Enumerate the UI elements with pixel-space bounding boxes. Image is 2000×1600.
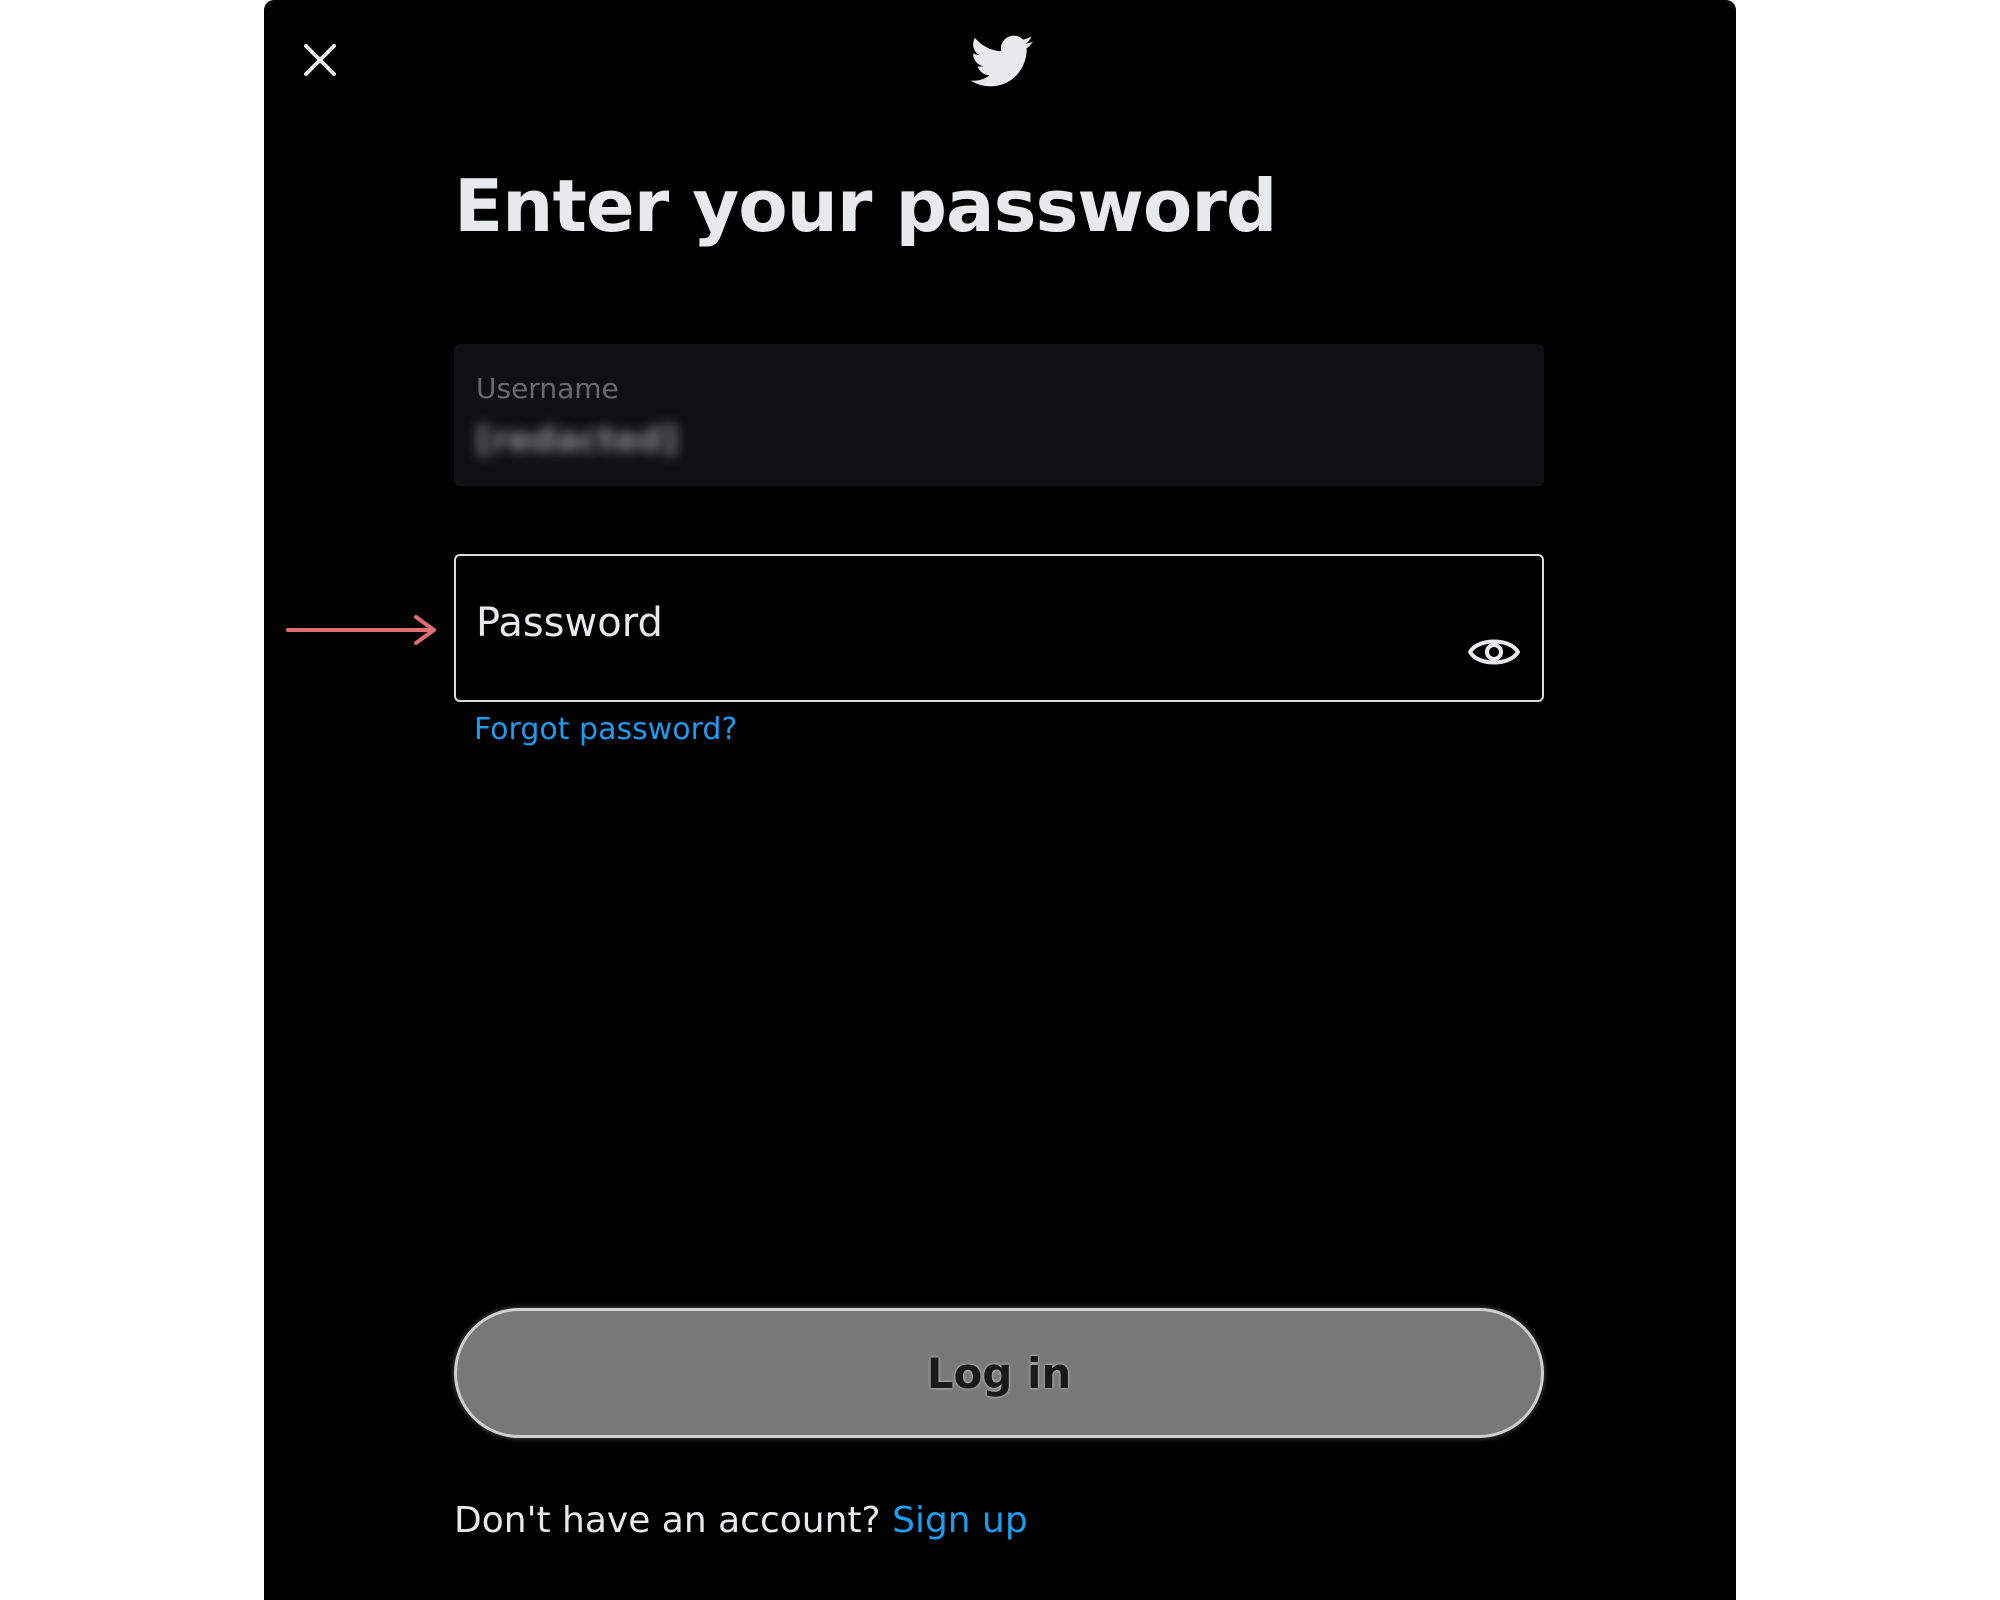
- signup-prompt-text: Don't have an account?: [454, 1500, 893, 1541]
- close-icon: [304, 44, 336, 76]
- page-title: Enter your password: [454, 164, 1277, 248]
- forgot-password-link[interactable]: Forgot password?: [474, 712, 737, 747]
- eye-icon[interactable]: [1466, 628, 1522, 676]
- signup-prompt: Don't have an account? Sign up: [454, 1500, 1028, 1541]
- login-button[interactable]: Log in: [454, 1308, 1544, 1438]
- signup-link[interactable]: Sign up: [892, 1500, 1028, 1541]
- username-field: Username [redacted]: [454, 344, 1544, 486]
- password-field[interactable]: Password: [454, 554, 1544, 702]
- username-label: Username: [476, 372, 619, 405]
- close-button[interactable]: [290, 30, 350, 90]
- twitter-bird-icon: [970, 35, 1034, 87]
- username-value: [redacted]: [476, 420, 678, 460]
- right-arrow-icon: [286, 615, 436, 645]
- password-input[interactable]: [476, 606, 1440, 688]
